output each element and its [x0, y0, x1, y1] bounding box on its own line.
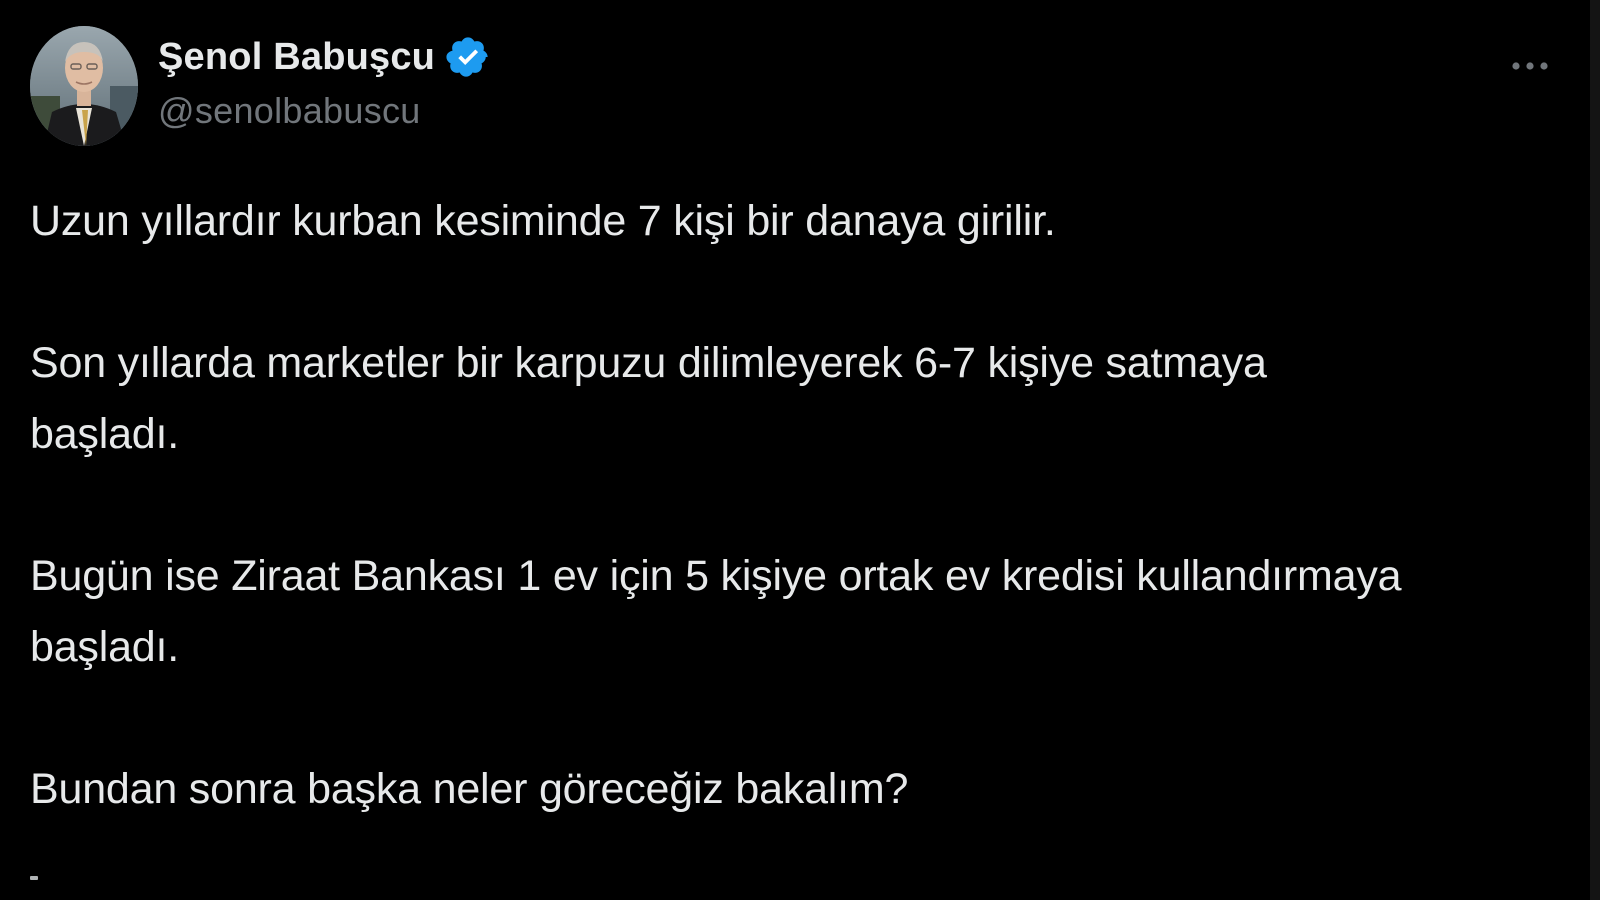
scrollbar-track[interactable] [1590, 0, 1600, 900]
tweet-header: Şenol Babuşcu @senolbabuscu [30, 26, 1560, 146]
cropped-text-fragment [30, 876, 38, 880]
tweet-text: Uzun yıllardır kurban kesiminde 7 kişi b… [30, 186, 1550, 825]
tweet-paragraph: Son yıllarda marketler bir karpuzu dilim… [30, 339, 1267, 458]
avatar[interactable] [30, 26, 138, 146]
more-options-button[interactable] [1500, 46, 1560, 86]
display-name[interactable]: Şenol Babuşcu [158, 36, 435, 79]
avatar-photo [30, 26, 138, 146]
tweet-paragraph: Bugün ise Ziraat Bankası 1 ev için 5 kiş… [30, 552, 1402, 671]
display-name-row: Şenol Babuşcu [158, 32, 491, 82]
more-options-icon [1512, 62, 1548, 70]
verified-badge-icon[interactable] [445, 34, 491, 80]
user-handle[interactable]: @senolbabuscu [158, 90, 491, 132]
tweet-paragraph: Bundan sonra başka neler göreceğiz bakal… [30, 765, 909, 813]
tweet-card: Şenol Babuşcu @senolbabuscu Uzun yıllard… [0, 0, 1590, 900]
author-names: Şenol Babuşcu @senolbabuscu [158, 32, 491, 132]
tweet-paragraph: Uzun yıllardır kurban kesiminde 7 kişi b… [30, 197, 1056, 245]
